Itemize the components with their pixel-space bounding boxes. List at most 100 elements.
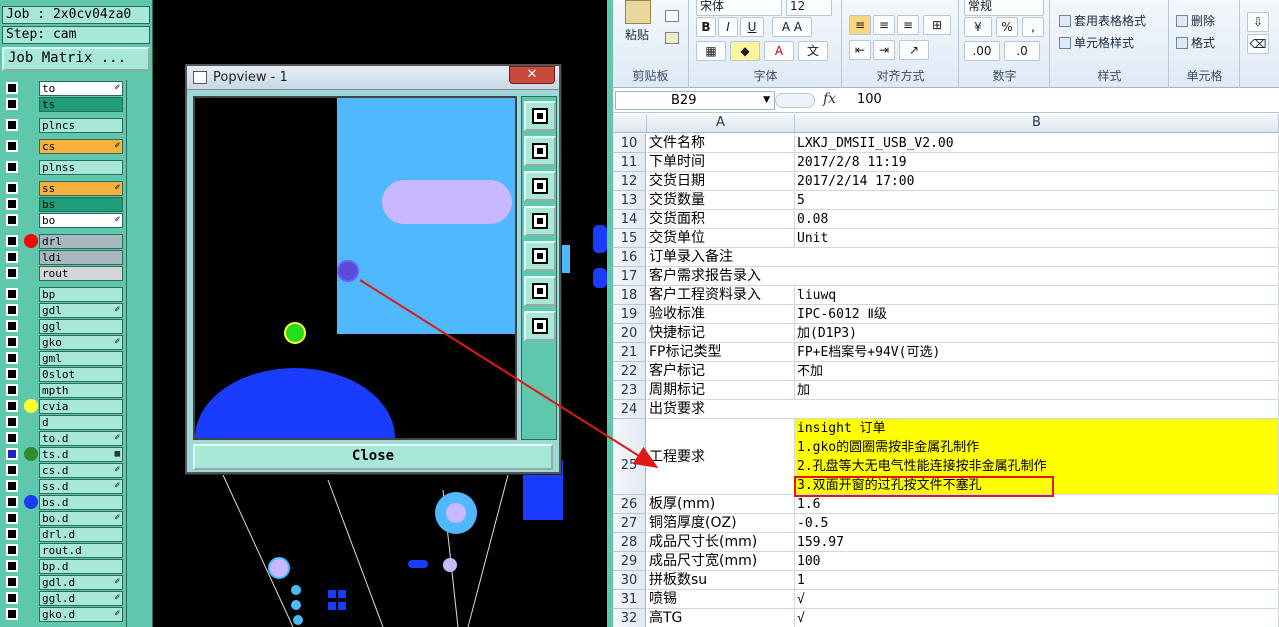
row-header[interactable]: 15	[613, 229, 646, 248]
row-header[interactable]: 30	[613, 571, 646, 590]
layer-row[interactable]: rout	[2, 265, 124, 281]
layer-checkbox[interactable]	[6, 304, 18, 316]
cell-a[interactable]: 拼板数su	[647, 571, 795, 590]
layer-name[interactable]: 0slot	[39, 367, 123, 382]
cell-style-button[interactable]: 单元格样式	[1059, 34, 1134, 51]
row-header[interactable]: 21	[613, 343, 646, 362]
row-header[interactable]: 26	[613, 495, 646, 514]
cell-a[interactable]: 验收标准	[647, 305, 795, 324]
cell-b[interactable]: 0.08	[795, 210, 1279, 229]
layer-name[interactable]: gdl.d ✐	[39, 575, 123, 590]
layer-checkbox[interactable]	[6, 161, 18, 173]
job-matrix-button[interactable]: Job Matrix ...	[2, 47, 150, 71]
layer-name[interactable]: ss.d ✐	[39, 479, 123, 494]
cell-b[interactable]: 1	[795, 571, 1279, 590]
cell-a[interactable]: 交货单位	[647, 229, 795, 248]
layer-checkbox[interactable]	[6, 251, 18, 263]
layer-row[interactable]: ggl	[2, 318, 124, 334]
cell-a[interactable]: 板厚(mm)	[647, 495, 795, 514]
cell-a[interactable]: 客户标记	[647, 362, 795, 381]
layer-name[interactable]: gko ✐	[39, 335, 123, 350]
layer-name[interactable]: bo.d ✐	[39, 511, 123, 526]
cell-a[interactable]: 交货数量	[647, 191, 795, 210]
layer-name[interactable]: ggl	[39, 319, 123, 334]
layer-checkbox[interactable]	[6, 416, 18, 428]
cell-b[interactable]: 5	[795, 191, 1279, 210]
comma-style-icon[interactable]: ,	[1022, 17, 1044, 37]
row-header[interactable]: 27	[613, 514, 646, 533]
formula-scroll-handle[interactable]	[775, 93, 815, 108]
font-size-select[interactable]: 12	[786, 0, 832, 16]
layer-checkbox[interactable]	[6, 592, 18, 604]
layer-checkbox[interactable]	[6, 432, 18, 444]
layer-row[interactable]: bs.d	[2, 494, 124, 510]
percent-button[interactable]: %	[996, 17, 1018, 37]
layer-name[interactable]: cvia	[39, 399, 123, 414]
cell-b[interactable]: 159.97	[795, 533, 1279, 552]
cell-b[interactable]: 100	[795, 552, 1279, 571]
cell-b[interactable]: 加	[795, 381, 1279, 400]
formula-input[interactable]: 100	[857, 92, 882, 107]
layer-row[interactable]: bs	[2, 196, 124, 212]
cell-a[interactable]: 出货要求	[647, 400, 1279, 419]
column-header-b[interactable]: B	[795, 114, 1279, 133]
cell-a[interactable]: 客户需求报告录入	[647, 267, 1279, 286]
cell-a[interactable]: 快捷标记	[647, 324, 795, 343]
layer-checkbox[interactable]	[6, 368, 18, 380]
layer-row[interactable]: mpth	[2, 382, 124, 398]
layer-checkbox[interactable]	[6, 140, 18, 152]
number-format-select[interactable]: 常规	[964, 0, 1044, 16]
font-color-icon[interactable]: A	[764, 41, 794, 61]
cell-b[interactable]: √	[795, 590, 1279, 609]
layer-row[interactable]: gdl ✐	[2, 302, 124, 318]
format-button[interactable]: 格式	[1176, 34, 1215, 51]
layer-row[interactable]: plnss	[2, 159, 124, 175]
delete-button[interactable]: 删除	[1176, 12, 1215, 29]
cell-b[interactable]: FP+E档案号+94V(可选)	[795, 343, 1279, 362]
layer-checkbox[interactable]	[6, 235, 18, 247]
layer-name[interactable]: rout.d	[39, 543, 123, 558]
layer-checkbox[interactable]	[6, 288, 18, 300]
layer-checkbox[interactable]	[6, 82, 18, 94]
cell-a[interactable]: 铜箔厚度(OZ)	[647, 514, 795, 533]
row-header[interactable]: 13	[613, 191, 646, 210]
layer-name[interactable]: plnss	[39, 160, 123, 175]
layer-checkbox[interactable]	[6, 608, 18, 620]
popview-canvas[interactable]	[193, 96, 517, 440]
layer-row[interactable]: d	[2, 414, 124, 430]
decrease-indent-icon[interactable]: ⇤	[849, 40, 871, 60]
cell-b[interactable]: IPC-6012 Ⅱ级	[795, 305, 1279, 324]
row-header[interactable]: 14	[613, 210, 646, 229]
layer-name[interactable]: mpth	[39, 383, 123, 398]
row-header[interactable]: 11	[613, 153, 646, 172]
layer-row[interactable]: 0slot	[2, 366, 124, 382]
layer-row[interactable]: ts.d ▦	[2, 446, 124, 462]
row-header[interactable]: 28	[613, 533, 646, 552]
row-header[interactable]: 25	[613, 419, 646, 495]
layer-checkbox[interactable]	[6, 528, 18, 540]
layer-name[interactable]: ldi	[39, 250, 123, 265]
layer-row[interactable]: bo.d ✐	[2, 510, 124, 526]
layer-name[interactable]: to ✐	[39, 81, 123, 96]
cell-a[interactable]: 工程要求	[647, 419, 795, 495]
border-icon[interactable]: ▦	[696, 41, 726, 61]
cell-b[interactable]: 2017/2/14 17:00	[795, 172, 1279, 191]
font-name-select[interactable]: 宋体	[696, 0, 782, 16]
cell-b[interactable]: 2017/2/8 11:19	[795, 153, 1279, 172]
column-header-a[interactable]: A	[647, 114, 795, 133]
popview-close-button[interactable]: Close	[193, 444, 553, 470]
layer-row[interactable]: ts	[2, 96, 124, 112]
layer-row[interactable]: ldi	[2, 249, 124, 265]
cell-b[interactable]: √	[795, 609, 1279, 627]
layer-row[interactable]: to ✐	[2, 80, 124, 96]
layer-name[interactable]: drl.d	[39, 527, 123, 542]
layer-name[interactable]: gko.d ✐	[39, 607, 123, 622]
row-header[interactable]: 10	[613, 134, 646, 153]
layer-row[interactable]: rout.d	[2, 542, 124, 558]
layer-name[interactable]: cs ✐	[39, 139, 123, 154]
layer-name[interactable]: bs	[39, 197, 123, 212]
increase-indent-icon[interactable]: ⇥	[873, 40, 895, 60]
layer-row[interactable]: gml	[2, 350, 124, 366]
pan-left-icon[interactable]	[524, 206, 556, 236]
row-header[interactable]: 19	[613, 305, 646, 324]
